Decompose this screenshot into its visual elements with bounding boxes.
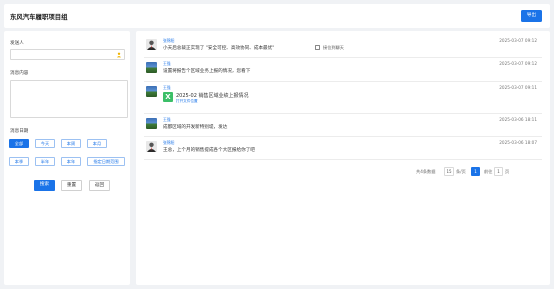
back-button[interactable]: 返回 <box>89 180 110 191</box>
message-content-input[interactable] <box>10 80 128 118</box>
locate-chat-link[interactable]: 接位到聊天 <box>323 45 344 51</box>
total-count: 共4条数据 <box>416 169 436 174</box>
page-title: 东风汽车履职项目组 <box>10 13 68 21</box>
person-picker-icon[interactable] <box>116 52 122 58</box>
avatar <box>146 141 157 152</box>
file-name[interactable]: 2025-02 销售区域业绩上报情况 <box>176 92 248 99</box>
goto-page-input[interactable]: 1 <box>494 167 503 176</box>
sender-label: 发送人 <box>10 41 24 46</box>
avatar <box>146 118 157 129</box>
date-half-year-button[interactable]: 半年 <box>35 157 55 166</box>
per-page-label: 条/页 <box>456 169 466 174</box>
excel-file-icon: X <box>163 92 173 102</box>
date-week-button[interactable]: 本周 <box>61 139 81 148</box>
date-quarter-button[interactable]: 本季 <box>9 157 29 166</box>
message-list-panel: 张锦阳 小天后总裁正实现了 "安全可控、高效协同、成本最优" 接位到聊天 202… <box>136 31 550 285</box>
sender-name: 王强 <box>163 61 171 66</box>
export-button[interactable]: 导出 <box>521 10 542 22</box>
date-today-button[interactable]: 今天 <box>35 139 55 148</box>
list-item[interactable]: 张锦阳 王总，上个月的销售提成各个大区报给你了吧 2025-03-06 18:0… <box>144 137 542 160</box>
message-text: 小天后总裁正实现了 "安全可控、高效协同、成本最优" <box>163 45 275 51</box>
search-button[interactable]: 搜索 <box>34 180 55 191</box>
avatar <box>146 39 157 50</box>
sender-name: 王强 <box>163 85 171 90</box>
message-time: 2025-03-07 09:11 <box>499 85 537 90</box>
message-time: 2025-03-06 18:07 <box>499 140 537 145</box>
avatar <box>146 62 157 73</box>
list-item[interactable]: 王强 成都区域的开发新特别堤，发达 2025-03-06 18:11 <box>144 114 542 137</box>
date-label: 消息日期 <box>10 129 29 134</box>
message-time: 2025-03-07 09:12 <box>499 38 537 43</box>
message-text: 设置将报告个区域业务上报的情况，您看下 <box>163 68 251 74</box>
reset-button[interactable]: 重置 <box>61 180 82 191</box>
open-file-location-link[interactable]: 打开文件位置 <box>176 99 198 104</box>
date-all-button[interactable]: 全部 <box>9 139 29 148</box>
date-range-button[interactable]: 指定日期范围 <box>87 157 125 166</box>
page-unit-label: 页 <box>505 169 510 174</box>
page-header: 东风汽车履职项目组 导出 <box>4 4 550 28</box>
list-item[interactable]: 王强 X 2025-02 销售区域业绩上报情况 打开文件位置 2025-03-0… <box>144 82 542 114</box>
list-item[interactable]: 王强 设置将报告个区域业务上报的情况，您看下 2025-03-07 09:12 <box>144 58 542 82</box>
goto-label: 前往 <box>484 169 493 174</box>
list-item[interactable]: 张锦阳 小天后总裁正实现了 "安全可控、高效协同、成本最优" 接位到聊天 202… <box>144 35 542 58</box>
message-time: 2025-03-06 18:11 <box>499 117 537 122</box>
page-button-current[interactable]: 1 <box>471 167 480 176</box>
message-text: 王总，上个月的销售提成各个大区报给你了吧 <box>163 147 255 153</box>
sender-name: 王强 <box>163 117 171 122</box>
message-text: 成都区域的开发新特别堤，发达 <box>163 124 228 130</box>
page-size-select[interactable]: 15 <box>444 167 454 176</box>
content-label: 消息内容 <box>10 71 29 76</box>
date-month-button[interactable]: 本月 <box>87 139 107 148</box>
filter-panel: 发送人 消息内容 消息日期 全部 今天 本周 本月 本季 半年 本年 指定日期范… <box>4 31 130 285</box>
date-year-button[interactable]: 本年 <box>61 157 81 166</box>
sender-name: 张锦阳 <box>163 38 175 43</box>
avatar <box>146 86 157 97</box>
sender-input[interactable] <box>10 49 125 60</box>
locate-chat-icon[interactable] <box>315 44 320 50</box>
sender-name: 张锦阳 <box>163 140 175 145</box>
message-time: 2025-03-07 09:12 <box>499 61 537 66</box>
